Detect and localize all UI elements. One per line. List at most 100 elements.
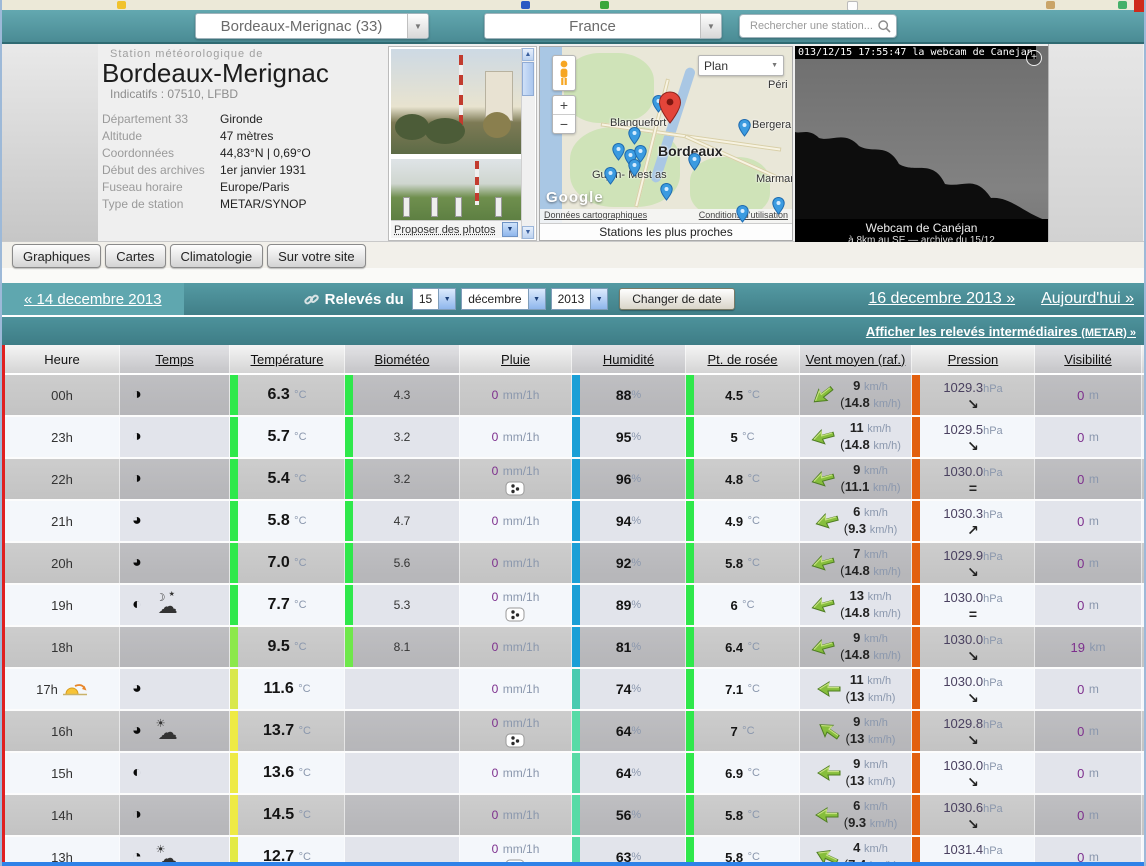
metar-link[interactable]: Afficher les relevés intermédiaires (MET… (866, 324, 1136, 339)
humidity-color-bar (572, 375, 580, 415)
visibility-cell: 0 m (1035, 585, 1142, 625)
dew-point-value: 4.5 (725, 388, 743, 403)
chevron-down-icon[interactable]: ▼ (502, 222, 518, 237)
station-select[interactable]: Bordeaux-Merignac (33) ▼ (195, 13, 429, 39)
month-select[interactable]: décembre ▼ (461, 288, 545, 310)
night-cloud-icon: ☽★☁ (156, 593, 186, 617)
tab-climatologie[interactable]: Climatologie (170, 244, 264, 268)
nearby-station-marker[interactable] (604, 167, 617, 190)
permalink-icon[interactable] (304, 292, 319, 307)
column-header-link[interactable]: Humidité (603, 352, 654, 367)
dew-point-value: 5 (730, 430, 737, 445)
change-date-button[interactable]: Changer de date (619, 288, 734, 310)
selected-station-marker[interactable] (658, 91, 682, 130)
column-header-1[interactable]: Temps (120, 345, 230, 373)
bookmark-icon[interactable] (117, 1, 126, 9)
column-header-link[interactable]: Visibilité (1064, 352, 1111, 367)
pressure-cell: 1030.0hPa ↘ (912, 753, 1035, 793)
bookmark-icon[interactable] (1118, 1, 1127, 9)
rain-value: 0 (492, 464, 499, 478)
nearby-station-marker[interactable] (628, 159, 641, 182)
weather-cell: ◑ (120, 795, 230, 835)
nearby-station-marker[interactable] (628, 127, 641, 150)
detail-label: Altitude (102, 128, 220, 145)
photos-scrollbar[interactable]: ▲ ▼ (521, 48, 535, 239)
propose-photos-link[interactable]: Proposer des photos (394, 224, 496, 236)
map-forest (564, 53, 654, 123)
column-header-2[interactable]: Température (230, 345, 345, 373)
today-link[interactable]: Aujourd'hui » (1041, 290, 1134, 308)
pressure-cell: 1030.0hPa ↘ (912, 669, 1035, 709)
wind-gust-value: 14.8 (844, 647, 869, 662)
zoom-in-button[interactable]: + (553, 96, 575, 115)
bookmark-icon[interactable] (600, 1, 609, 9)
previous-day-link[interactable]: « 14 decembre 2013 (24, 291, 162, 308)
map-canvas[interactable]: BlanquefortBordeauxGujan- Mest asPériBer… (540, 47, 792, 224)
nearby-station-marker[interactable] (736, 205, 749, 224)
visibility-value: 0 (1077, 598, 1084, 613)
pressure-cell: 1029.3hPa ↘ (912, 375, 1035, 415)
year-value: 2013 (552, 289, 591, 309)
nearby-station-marker[interactable] (660, 183, 673, 206)
scrollbar-thumb[interactable] (522, 62, 534, 96)
station-photo[interactable] (391, 159, 521, 221)
biometeo-color-bar (345, 375, 353, 415)
column-header-9[interactable]: Visibilité (1035, 345, 1142, 373)
next-day-link[interactable]: 16 decembre 2013 » (868, 290, 1015, 308)
map-data-link[interactable]: Données cartographiques (544, 210, 647, 223)
visibility-cell: 0 m (1035, 711, 1142, 751)
column-header-link[interactable]: Pression (948, 352, 999, 367)
weather-cell: ◐☽★☁ (120, 585, 230, 625)
rain-value: 0 (492, 842, 499, 856)
column-header-link[interactable]: Pluie (501, 352, 530, 367)
chevron-down-icon[interactable]: ▼ (700, 14, 721, 38)
column-header-8[interactable]: Pression (912, 345, 1035, 373)
column-header-7[interactable]: Vent moyen (raf.) (800, 345, 912, 373)
column-header-link[interactable]: Pt. de rosée (707, 352, 777, 367)
bookmark-icon[interactable] (521, 1, 530, 9)
column-header-link[interactable]: Température (251, 352, 324, 367)
station-photo[interactable] (391, 49, 521, 154)
column-header-4[interactable]: Pluie (460, 345, 572, 373)
column-header-3[interactable]: Biométéo (345, 345, 460, 373)
tab-graphiques[interactable]: Graphiques (12, 244, 101, 268)
column-header-5[interactable]: Humidité (572, 345, 686, 373)
pressure-value: 1029.8 (943, 716, 983, 731)
column-header-link[interactable]: Vent moyen (raf.) (806, 352, 906, 367)
column-header-link[interactable]: Biométéo (375, 352, 430, 367)
wind-gust-value: 9.3 (848, 815, 866, 830)
nearby-station-marker[interactable] (688, 153, 701, 176)
webcam-enlarge-button[interactable]: + (1026, 50, 1042, 66)
tab-cartes[interactable]: Cartes (105, 244, 165, 268)
day-select[interactable]: 15 ▼ (412, 288, 456, 310)
scroll-up-icon[interactable]: ▲ (522, 48, 534, 61)
country-select[interactable]: France ▼ (484, 13, 722, 39)
map-layer-select[interactable]: Plan ▼ (698, 55, 784, 76)
biometeo-value: 3.2 (394, 430, 411, 444)
scroll-down-icon[interactable]: ▼ (522, 226, 534, 239)
rain-value: 0 (492, 430, 499, 444)
biometeo-value: 5.6 (394, 556, 411, 570)
bookmark-icon[interactable] (1046, 1, 1055, 9)
moon-phase-icon: ◑ (132, 429, 142, 445)
sunset-icon (62, 682, 88, 697)
chevron-down-icon[interactable]: ▼ (407, 14, 428, 38)
street-view-pegman[interactable] (552, 55, 576, 91)
zoom-out-button[interactable]: − (553, 115, 575, 133)
tab-sur-votre-site[interactable]: Sur votre site (267, 244, 366, 268)
previous-day-box[interactable]: « 14 decembre 2013 (2, 283, 184, 315)
dew-point-value: 5.8 (725, 556, 743, 571)
humidity-value: 64 (616, 765, 632, 781)
year-select[interactable]: 2013 ▼ (551, 288, 609, 310)
nearby-station-marker[interactable] (772, 197, 785, 220)
nearby-station-marker[interactable] (738, 119, 751, 142)
station-search[interactable] (739, 14, 897, 38)
column-header-6[interactable]: Pt. de rosée (686, 345, 800, 373)
spacer (2, 268, 1144, 283)
column-header-link[interactable]: Temps (155, 352, 193, 367)
search-input[interactable] (748, 19, 877, 33)
station-detail-row: Type de station METAR/SYNOP (102, 196, 384, 213)
search-icon[interactable] (877, 19, 892, 34)
webcam-panel[interactable]: 013/12/15 17:55:47 la webcam de Canejan … (795, 46, 1048, 249)
instrument-post (495, 197, 502, 217)
